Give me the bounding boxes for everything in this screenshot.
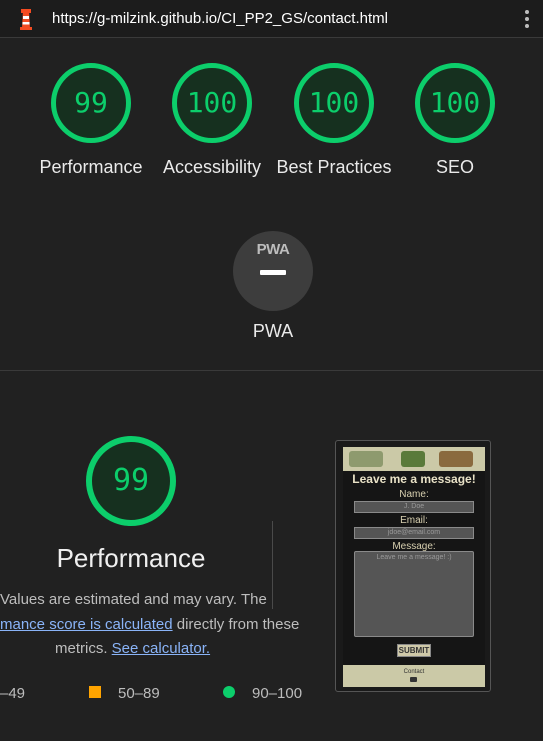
gauge-performance[interactable]: 99 Performance [39,63,143,177]
pass-circle-icon [223,686,235,698]
average-square-icon [89,686,101,698]
description-line-3: metrics. See calculator. [55,640,210,657]
screenshot-logo-icon [349,451,383,467]
screenshot-header [343,447,485,471]
section-divider [0,370,543,371]
lighthouse-icon [20,9,32,30]
legend-pass-range: 90–100 [252,685,303,702]
gauge-score: 100 [308,86,360,119]
legend-fail-range: –49 [0,685,26,702]
pwa-label: PWA [252,321,294,341]
see-calculator-link[interactable]: See calculator. [112,640,210,657]
screenshot-email-label: Email: [400,515,428,526]
final-screenshot[interactable]: Leave me a message! Name: J. Doe Email: … [335,440,491,692]
gauge-score: 100 [186,86,238,119]
gauge-accessibility[interactable]: 100 Accessibility [163,63,261,177]
gauge-score: 100 [429,86,481,119]
screenshot-email-field: jdoe@email.com [354,527,474,539]
screenshot-nav-icon [401,451,425,467]
legend-average-range: 50–89 [118,685,160,702]
performance-title: Performance [56,543,206,573]
pwa-badge-text: PWA [256,241,290,258]
screenshot-message-field: Leave me a message! :) [354,551,474,637]
screenshot-title: Leave me a message! [352,472,476,486]
gauge-label: Accessibility [162,157,262,177]
gauge-best-practices[interactable]: 100 Best Practices [276,63,392,177]
performance-gauge: 99 [86,436,176,526]
pwa-dash-icon [260,270,286,275]
vertical-divider [272,521,273,609]
screenshot-footer-text: Contact [403,669,425,675]
description-text: metrics. [55,640,112,657]
gauge-seo[interactable]: 100 SEO [415,63,495,177]
description-text: directly from these [172,616,300,633]
more-vert-icon[interactable] [524,10,530,28]
url-text[interactable]: https://g-milzink.github.io/CI_PP2_GS/co… [52,10,388,27]
screenshot-name-label: Name: [399,489,429,500]
gauge-label: SEO [435,157,474,177]
screenshot-nav-icon [439,451,473,467]
description-line-2: mance score is calculated directly from … [0,616,299,633]
screenshot-content: Leave me a message! Name: J. Doe Email: … [343,447,485,687]
screenshot-footer: Contact [343,665,485,687]
gauge-score: 99 [74,86,108,119]
pwa-badge[interactable]: PWA [233,231,313,311]
screenshot-footer-icon [410,677,417,682]
screenshot-name-field: J. Doe [354,501,474,513]
description-line-1: Values are estimated and may vary. The [0,591,267,608]
screenshot-submit-button: SUBMIT [397,644,431,657]
address-bar: https://g-milzink.github.io/CI_PP2_GS/co… [0,0,543,38]
performance-score: 99 [112,463,150,498]
score-calculation-link[interactable]: mance score is calculated [0,616,173,633]
